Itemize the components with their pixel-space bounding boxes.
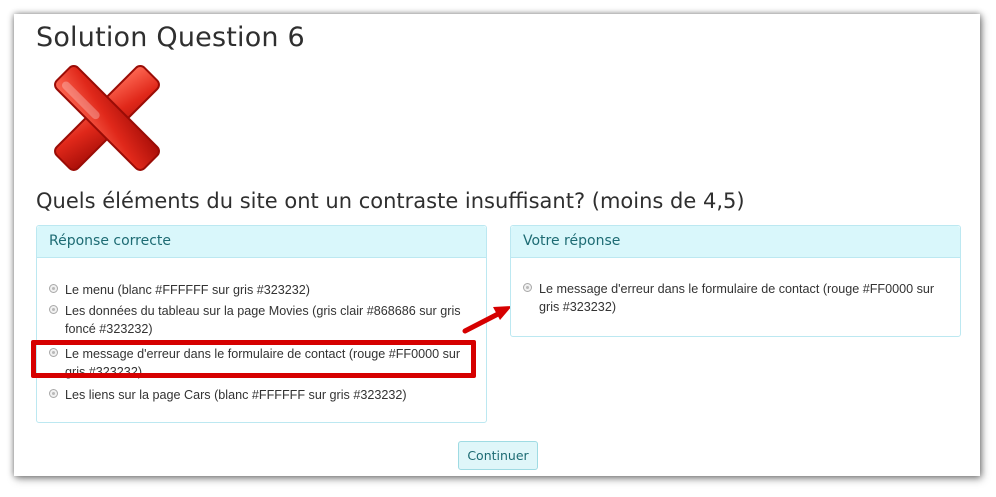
your-answer-panel: Votre réponse Le message d'erreur dans l…: [510, 225, 961, 337]
your-option-error-message[interactable]: Le message d'erreur dans le formulaire d…: [523, 280, 943, 316]
option-label: Les liens sur la page Cars (blanc #FFFFF…: [65, 388, 407, 402]
option-label: Le menu (blanc #FFFFFF sur gris #323232): [65, 283, 310, 297]
page-title: Solution Question 6: [36, 22, 305, 53]
radio-button[interactable]: [49, 389, 58, 398]
question-text: Quels éléments du site ont un contraste …: [36, 189, 745, 213]
screenshot-frame: Solution Question 6 Quels éléments du si…: [14, 14, 980, 476]
highlight-box: [31, 340, 476, 378]
correct-answer-header: Réponse correcte: [37, 226, 486, 258]
correct-option-movies-table[interactable]: Les données du tableau sur la page Movie…: [49, 302, 469, 338]
your-answer-header: Votre réponse: [511, 226, 960, 258]
radio-button[interactable]: [49, 284, 58, 293]
option-label: Les données du tableau sur la page Movie…: [65, 304, 461, 336]
option-label: Le message d'erreur dans le formulaire d…: [539, 282, 935, 314]
correct-option-menu[interactable]: Le menu (blanc #FFFFFF sur gris #323232): [49, 281, 469, 299]
radio-button[interactable]: [523, 283, 532, 292]
radio-button[interactable]: [49, 305, 58, 314]
red-arrow-icon: [462, 306, 512, 334]
correct-answer-panel: Réponse correcte Le menu (blanc #FFFFFF …: [36, 225, 487, 423]
continue-button[interactable]: Continuer: [458, 441, 538, 470]
correct-option-cars-links[interactable]: Les liens sur la page Cars (blanc #FFFFF…: [49, 386, 469, 404]
red-cross-icon: [54, 65, 160, 171]
